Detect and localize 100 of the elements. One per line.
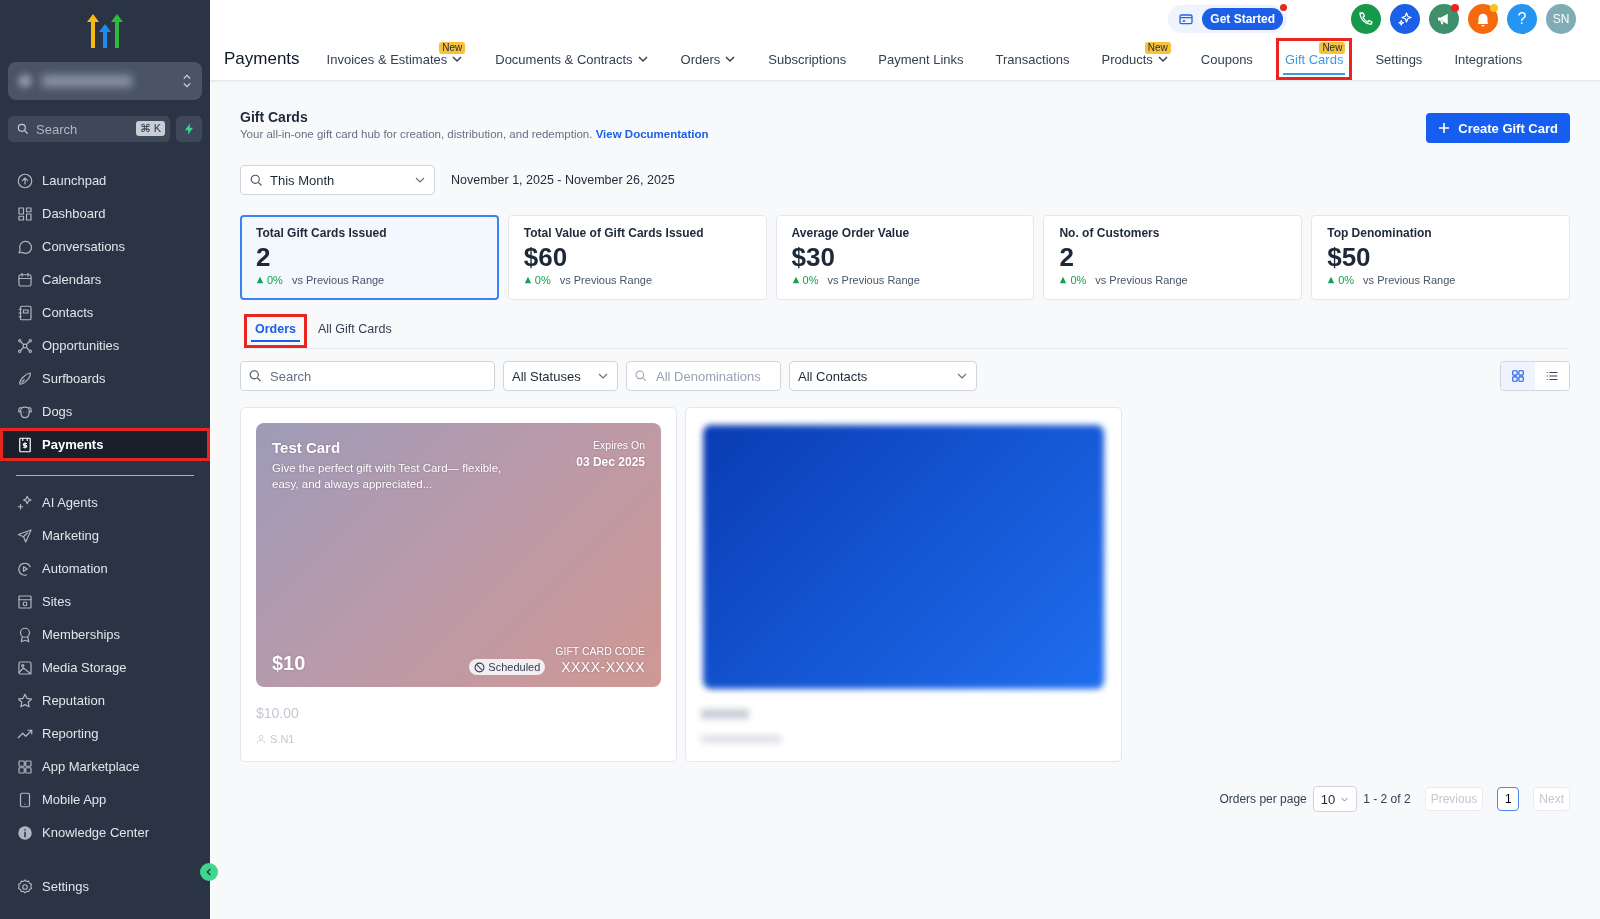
sidebar-item[interactable]: Mobile App — [8, 783, 202, 816]
nav-tab[interactable]: Payment Links — [869, 38, 973, 80]
new-badge: New — [1144, 42, 1171, 54]
page-button[interactable]: 1 — [1497, 787, 1520, 811]
sidebar-item[interactable]: Knowledge Center — [8, 816, 202, 849]
create-gift-card-button[interactable]: Create Gift Card — [1426, 113, 1570, 143]
nav-tab[interactable]: Orders — [671, 38, 746, 80]
grid-icon — [1511, 369, 1525, 383]
nav-tab[interactable]: Subscriptions — [759, 38, 856, 80]
nav-tab[interactable]: Documents & Contracts — [486, 38, 658, 80]
documentation-link[interactable]: View Documentation — [595, 128, 709, 140]
list-view-button[interactable] — [1535, 362, 1569, 390]
sidebar-item[interactable]: Conversations — [8, 230, 202, 263]
comparison-label: vs Previous Range — [559, 274, 653, 286]
change-percent: 0% — [1070, 274, 1087, 286]
comparison-label: vs Previous Range — [827, 274, 920, 286]
per-page-label: Orders per page — [1219, 792, 1307, 806]
up-triangle-icon — [256, 276, 264, 284]
stat-value: $50 — [1327, 242, 1372, 273]
sidebar-item[interactable]: Reporting — [8, 717, 202, 750]
gift-card-tile[interactable]: Test Card Give the perfect gift with Test Card— flexible, easy, and always appreciated... Expires On 03 Dec 2025 $10 Scheduled GIFT CARD CODE XXXX-XXXX $10.00 S.N1 — [240, 407, 677, 762]
megaphone-button[interactable] — [1429, 4, 1459, 34]
per-page-select[interactable]: 10 — [1312, 786, 1358, 812]
collapse-sidebar-button[interactable] — [200, 863, 218, 881]
comparison-label: vs Previous Range — [1363, 274, 1456, 286]
stat-card[interactable]: Total Value of Gift Cards Issued $60 0% vs Previous Range — [507, 215, 767, 300]
sidebar-item[interactable]: Payments — [0, 428, 210, 461]
nav-tab[interactable]: Integrations — [1445, 38, 1532, 80]
surfboard-icon — [16, 369, 34, 388]
sidebar-item[interactable]: Media Storage — [8, 651, 202, 684]
stat-card[interactable]: Top Denomination $50 0% vs Previous Range — [1311, 215, 1570, 300]
sidebar-item[interactable]: Launchpad — [8, 164, 202, 197]
stat-card[interactable]: No. of Customers 2 0% vs Previous Range — [1043, 215, 1303, 300]
sidebar-item[interactable]: App Marketplace — [8, 750, 202, 783]
search-icon — [249, 172, 264, 188]
chevron-left-icon — [204, 867, 214, 877]
sparkle-button[interactable] — [1390, 4, 1420, 34]
stat-card[interactable]: Average Order Value $30 0% vs Previous Range — [775, 215, 1035, 300]
shortcut-key: ⌘ K — [135, 121, 165, 136]
sidebar-item[interactable]: Dashboard — [8, 197, 202, 230]
contact-select[interactable]: All Contacts — [789, 361, 977, 391]
nav-tab[interactable]: Invoices & Estimates New — [317, 38, 473, 80]
account-switcher[interactable] — [8, 62, 202, 100]
get-started-button[interactable]: Get Started — [1168, 5, 1287, 33]
grid-view-button[interactable] — [1501, 362, 1535, 390]
stat-value: $30 — [791, 242, 836, 273]
sidebar-item[interactable]: Settings — [8, 870, 202, 903]
change-percent: 0% — [1338, 274, 1355, 286]
sidebar-item[interactable]: Reputation — [8, 684, 202, 717]
stat-title: No. of Customers — [1059, 226, 1161, 240]
search-field[interactable]: Search — [240, 361, 495, 391]
nav-tab[interactable]: Settings — [1366, 38, 1432, 80]
nav-tab[interactable]: Transactions — [986, 38, 1079, 80]
blurred-text — [701, 709, 749, 719]
gift-card-code: XXXX-XXXX — [560, 659, 645, 675]
card-icon — [1178, 11, 1195, 27]
gift-card-tile[interactable] — [685, 407, 1122, 762]
nav-tab[interactable]: Coupons — [1191, 38, 1262, 80]
change-percent: 0% — [267, 274, 283, 286]
lightning-icon — [182, 122, 196, 136]
status-select[interactable]: All Statuses — [503, 361, 618, 391]
expiry-date: 03 Dec 2025 — [576, 455, 645, 469]
arrow-circle-icon — [16, 171, 34, 190]
denomination-field[interactable]: All Denominations — [626, 361, 781, 391]
sidebar-item[interactable]: Automation — [8, 552, 202, 585]
comparison-label: vs Previous Range — [291, 274, 385, 286]
bell-button[interactable] — [1468, 4, 1498, 34]
gift-card-amount: $10 — [272, 652, 306, 675]
date-range-select[interactable]: This Month — [240, 165, 435, 195]
up-triangle-icon — [523, 276, 532, 284]
phone-button[interactable] — [1351, 4, 1381, 34]
ban-icon — [474, 661, 486, 673]
sidebar-item[interactable]: Surfboards — [8, 362, 202, 395]
person-icon — [256, 734, 266, 744]
stat-title: Average Order Value — [791, 226, 911, 240]
view-tab[interactable]: All Gift Cards — [307, 314, 403, 348]
sidebar-item[interactable]: Dogs — [8, 395, 202, 428]
up-triangle-icon — [791, 276, 800, 284]
sidebar-item[interactable]: AI Agents — [8, 486, 202, 519]
paper-plane-icon — [16, 526, 34, 545]
quick-action-button[interactable] — [176, 116, 202, 142]
stat-value: 2 — [256, 242, 272, 273]
view-tab[interactable]: Orders — [244, 314, 307, 348]
search-icon — [634, 369, 648, 383]
sidebar-item[interactable]: Marketing — [8, 519, 202, 552]
sidebar-item[interactable]: Contacts — [8, 296, 202, 329]
calendar-icon — [16, 270, 34, 289]
sidebar-item[interactable]: Opportunities — [8, 329, 202, 362]
nav-tab[interactable]: Gift Cards New — [1275, 38, 1353, 80]
page-range: 1 - 2 of 2 — [1363, 792, 1411, 806]
sidebar-item[interactable]: Calendars — [8, 263, 202, 296]
sidebar-item[interactable]: Sites — [8, 585, 202, 618]
grid-icon — [16, 204, 34, 223]
sidebar-item[interactable]: Memberships — [8, 618, 202, 651]
get-started-label: Get Started — [1202, 8, 1283, 30]
stat-card[interactable]: Total Gift Cards Issued 2 0% vs Previous Range — [240, 215, 499, 300]
stat-title: Total Gift Cards Issued — [256, 226, 388, 240]
grid-icon — [16, 757, 34, 776]
nav-tab[interactable]: Products New — [1092, 38, 1178, 80]
image-icon — [16, 658, 34, 677]
